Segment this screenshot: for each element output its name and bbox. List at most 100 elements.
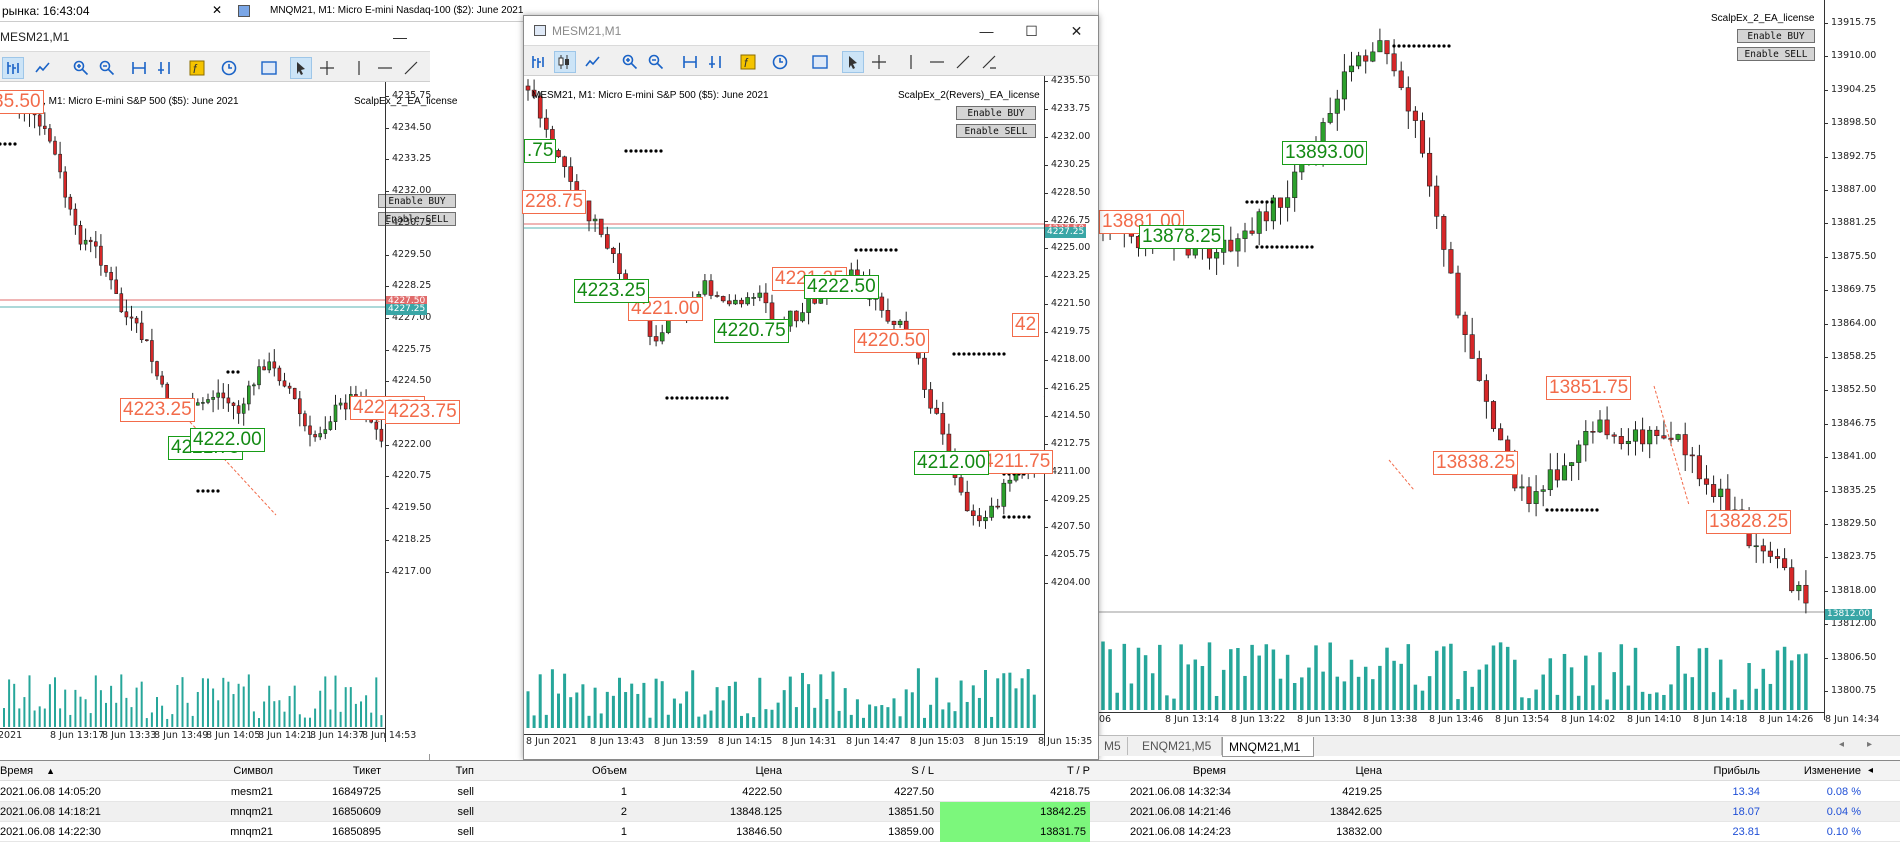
right-tick-mark [1825,89,1828,91]
bar-chart-icon[interactable] [2,57,24,79]
right-tick-mark [1825,590,1828,592]
col-header-ticket[interactable]: Тикет [300,761,381,781]
right-tick-mark [1825,290,1828,292]
col-header-close-time[interactable]: Время [1130,761,1226,781]
scroll-left-icon[interactable]: ◂ [1839,739,1844,750]
right-chart-area[interactable]: ScalpEx_2_EA_license Enable BUY Enable S… [1098,0,1900,735]
candle [1370,42,1376,63]
candles-icon[interactable] [554,51,576,73]
candle [1711,475,1717,503]
signal-dot [226,370,230,374]
trendline-icon[interactable] [400,57,422,79]
tab-enqm21-m5[interactable]: ENQM21,M5 [1136,737,1222,755]
templates-icon[interactable] [258,57,280,79]
trade-row[interactable]: 2021.06.08 14:22:30 mnqm21 16850895 sell 1 13… [0,822,1900,842]
trade-row[interactable]: 2021.06.08 14:05:20 mesm21 16849725 sell 1 42… [0,782,1900,802]
mid-price-tick: 4207.50 [1051,521,1091,533]
col-header-profit[interactable]: Прибыль [1650,761,1760,781]
mid-enable-sell-button[interactable]: Enable SELL [956,124,1036,138]
maximize-button[interactable]: ☐ [1009,16,1054,46]
col-header-type[interactable]: Тип [420,761,474,781]
zoom-in-icon[interactable] [619,51,641,73]
signal-dot [1270,245,1274,249]
close-button[interactable]: ✕ [1054,16,1099,46]
candle [720,295,726,303]
candle [160,370,164,388]
left-window-titlebar[interactable]: MESM21,M1 — [0,22,430,52]
signal-dot [957,352,961,356]
line-chart-icon[interactable] [32,57,54,79]
mid-chart-area[interactable]: MESM21, M1: Micro E-mini S&P 500 ($5): J… [522,75,1098,759]
fibo-icon[interactable] [978,51,1000,73]
zoom-out-icon[interactable] [96,57,118,79]
vertical-line-icon[interactable] [900,51,922,73]
line-chart-icon[interactable] [582,51,604,73]
scroll-right-icon[interactable]: ▸ [1867,739,1872,750]
signal-dot [705,396,709,400]
signal-dot [1002,352,1006,356]
vertical-line-icon[interactable] [348,57,370,79]
mid-tick-mark [1045,136,1048,138]
candle [1242,222,1248,253]
left-price-tick: 4222.00 [392,438,432,450]
candle [1377,28,1383,53]
mid-window-titlebar[interactable]: MESM21,M1 — ☐ ✕ [524,16,1098,46]
horizontal-line-icon[interactable] [374,57,396,79]
col-header-volume[interactable]: Объем [560,761,627,781]
tab-mnqm21-m1[interactable]: MNQM21,M1 [1222,737,1314,757]
cursor-icon[interactable] [290,57,312,79]
mid-toolbar: f [524,46,1098,76]
mid-enable-buy-button[interactable]: Enable BUY [956,106,1036,120]
periods-icon[interactable] [769,51,791,73]
chart-shift-icon[interactable] [679,51,701,73]
cell-close-time: 2021.06.08 14:24:23 [1130,826,1231,838]
left-chart-area[interactable]: MESM21, M1: Micro E-mini S&P 500 ($5): J… [0,82,460,754]
tab-m5[interactable]: M5 [1098,737,1128,755]
close-icon[interactable]: ✕ [212,3,222,17]
right-price-tick: 13835.25 [1831,484,1877,496]
right-enable-sell-button[interactable]: Enable SELL [1737,47,1815,61]
left-price-tick: 4234.50 [392,121,432,133]
candle [282,372,287,388]
minimize-button[interactable]: — [964,16,1009,46]
col-header-change[interactable]: Изменение [1770,761,1861,781]
chart-shift-icon[interactable] [128,57,150,79]
trade-row[interactable]: 2021.06.08 14:18:21 mnqm21 16850609 sell 2 13… [0,802,1900,822]
signal-dot [231,370,235,374]
bar-chart-icon[interactable] [527,51,549,73]
col-header-symbol[interactable]: Символ [180,761,273,781]
col-header-close-price[interactable]: Цена [1300,761,1382,781]
minimize-button[interactable]: — [385,22,415,52]
crosshair-icon[interactable] [868,51,890,73]
signal-dot [952,352,956,356]
autoscroll-icon[interactable] [705,51,727,73]
label-sell-entry: 4220.50 [854,329,929,353]
expand-icon[interactable]: ◂ [1868,761,1873,781]
templates-icon[interactable] [809,51,831,73]
signal-dot [1022,515,1026,519]
col-header-sl[interactable]: S / L [850,761,934,781]
right-enable-buy-button[interactable]: Enable BUY [1737,29,1815,43]
periods-icon[interactable] [218,57,240,79]
candle [155,360,159,380]
horizontal-line-icon[interactable] [926,51,948,73]
col-header-price[interactable]: Цена [700,761,782,781]
trendline-icon[interactable] [952,51,974,73]
candle [318,426,323,441]
mid-price-tick: 4211.00 [1051,465,1091,477]
col-header-tp[interactable]: T / P [1000,761,1090,781]
col-header-time[interactable]: Время ▲ [0,761,55,781]
mid-window: MESM21,M1 — ☐ ✕ f MESM21, M1: Micro E-mi… [522,15,1099,760]
mid-time-tick: 8 Jun 2021 [526,736,578,747]
zoom-in-icon[interactable] [70,57,92,79]
candle [297,391,302,427]
crosshair-icon[interactable] [316,57,338,79]
signal-dot [859,248,863,252]
indicators-icon[interactable]: f [737,51,759,73]
cell-close-time: 2021.06.08 14:32:34 [1130,786,1231,798]
indicators-icon[interactable]: f [186,57,208,79]
signal-dot [1545,508,1549,512]
cursor-icon[interactable] [842,51,864,73]
zoom-out-icon[interactable] [645,51,667,73]
autoscroll-icon[interactable] [154,57,176,79]
